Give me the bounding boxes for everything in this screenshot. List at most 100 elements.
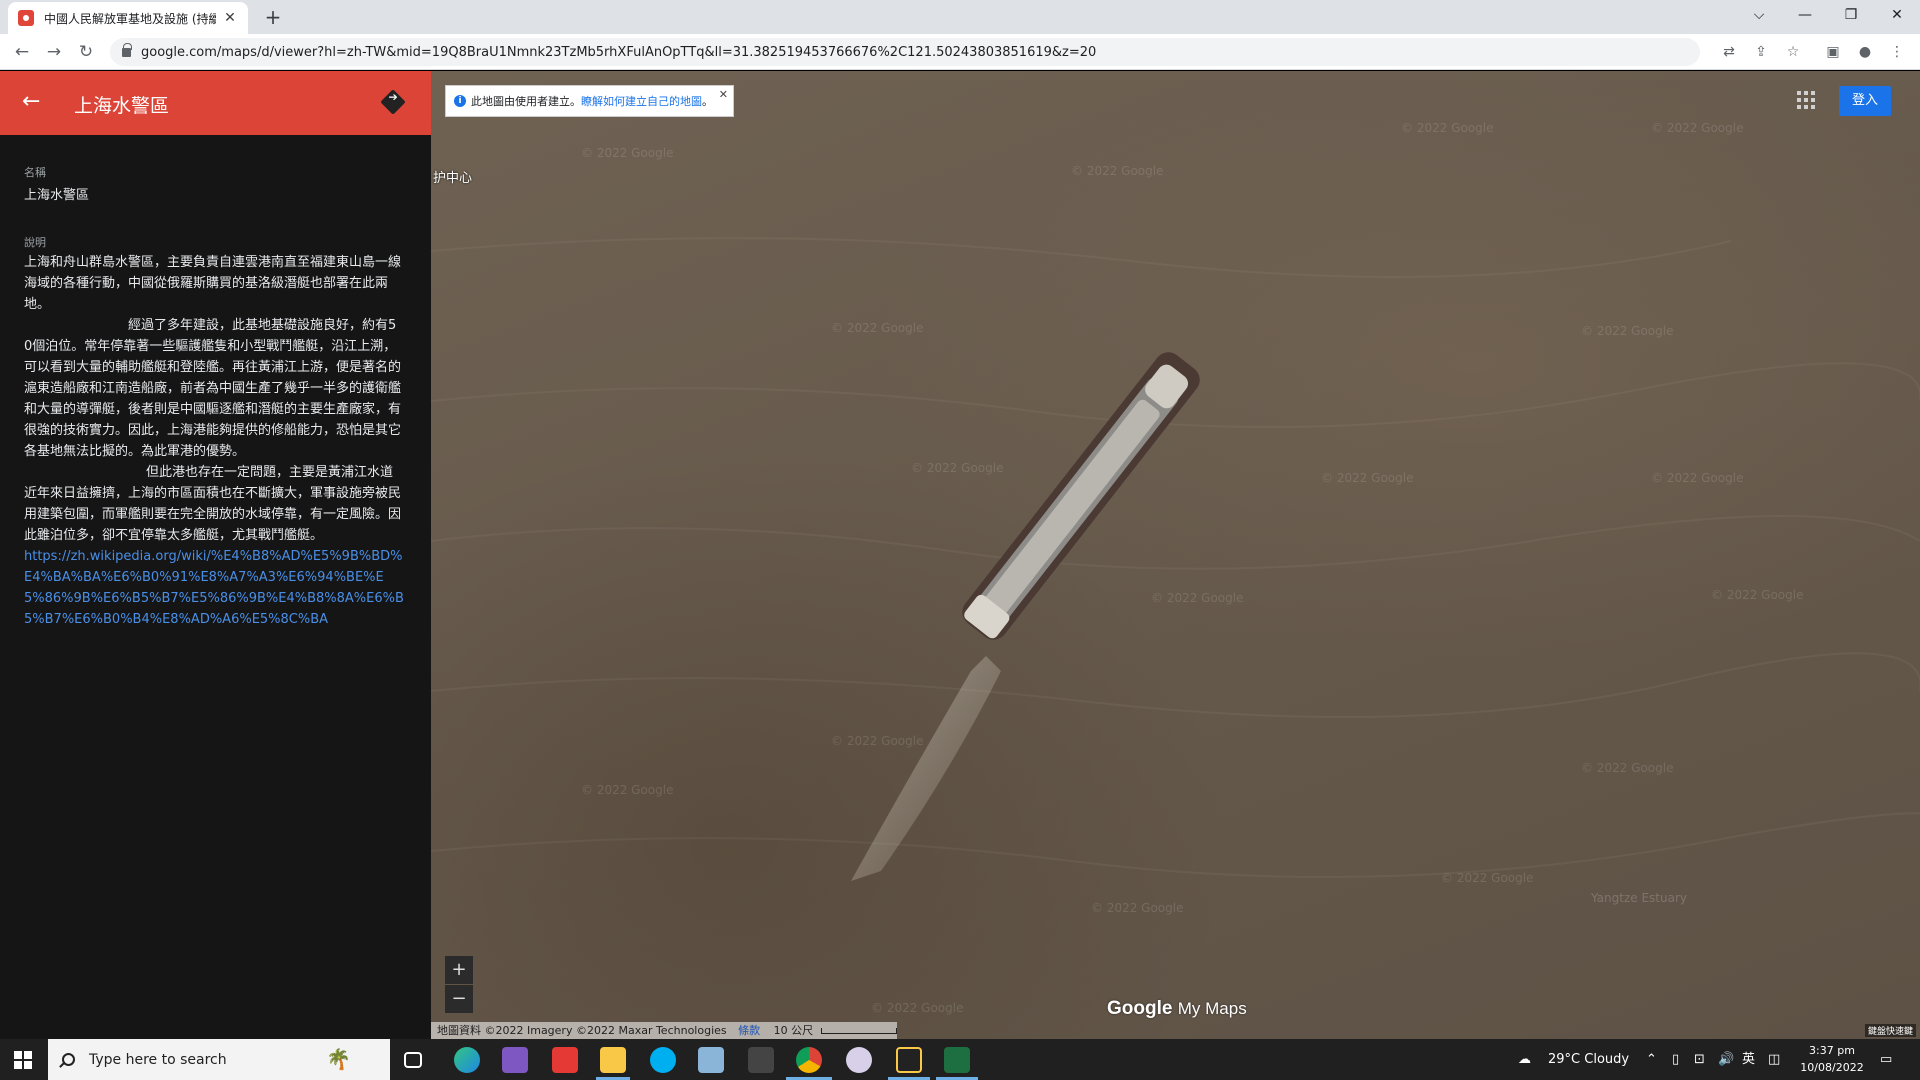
usb-icon[interactable]: ▯ xyxy=(1672,1039,1679,1080)
terms-link[interactable]: 條款 xyxy=(738,1024,760,1037)
minimize-button[interactable]: — xyxy=(1782,0,1828,30)
tab-title: 中國人民解放軍基地及設施 (持續 xyxy=(44,11,216,26)
snipping-tool-icon[interactable] xyxy=(846,1047,872,1073)
description-label: 說明 xyxy=(24,236,46,249)
restore-button[interactable]: ❐ xyxy=(1828,0,1874,30)
excel-icon[interactable] xyxy=(944,1047,970,1073)
new-tab-button[interactable]: + xyxy=(260,4,286,30)
map-watermark: © 2022 Google xyxy=(1651,471,1744,485)
search-highlight-icon: 🌴 xyxy=(326,1047,351,1071)
description-text: 上海和舟山群島水警區，主要負責自連雲港南直至福建東山島一線海域的各種行動，中國從… xyxy=(24,252,404,630)
map-watermark: © 2022 Google xyxy=(911,461,1004,475)
notification-center-small-icon[interactable]: ◫ xyxy=(1768,1039,1780,1080)
chrome-icon[interactable] xyxy=(796,1047,822,1073)
satellite-map[interactable]: © 2022 Google © 2022 Google © 2022 Googl… xyxy=(431,71,1920,1039)
skype-icon[interactable] xyxy=(650,1047,676,1073)
map-watermark: © 2022 Google xyxy=(1651,121,1744,135)
reload-icon[interactable]: ↻ xyxy=(74,40,98,64)
map-watermark: © 2022 Google xyxy=(1711,588,1804,602)
taskbar-search-box[interactable]: Type here to search 🌴 xyxy=(48,1039,390,1080)
windows-start-icon[interactable] xyxy=(14,1051,32,1069)
description-paragraph: 上海和舟山群島水警區，主要負責自連雲港南直至福建東山島一線海域的各種行動，中國從… xyxy=(24,255,402,312)
map-watermark: © 2022 Google xyxy=(871,1001,964,1015)
map-watermark: © 2022 Google xyxy=(581,783,674,797)
close-window-button[interactable]: ✕ xyxy=(1874,0,1920,30)
url-text: google.com/maps/d/viewer?hl=zh-TW&mid=19… xyxy=(141,44,1097,60)
zoom-out-button[interactable]: − xyxy=(445,985,473,1013)
user-created-map-notice: i 此地圖由使用者建立。 瞭解如何建立自己的地圖 。 ✕ xyxy=(445,85,734,117)
taskbar: Type here to search 🌴 ☁ 29°C Cloudy ⌃ ▯ … xyxy=(0,1039,1920,1080)
weather-widget[interactable]: 29°C Cloudy xyxy=(1548,1039,1629,1080)
map-imagery xyxy=(431,237,1920,881)
search-placeholder: Type here to search xyxy=(89,1051,227,1068)
sign-in-button[interactable]: 登入 xyxy=(1839,86,1891,116)
faint-place-label: Yangtze Estuary xyxy=(1591,891,1687,905)
menu-kebab-icon[interactable]: ⋮ xyxy=(1886,41,1908,63)
scale-label[interactable]: 10 公尺 xyxy=(774,1024,814,1037)
description-paragraph: 經過了多年建設，此基地基礎設施良好，約有50個泊位。常年停靠著一些驅護艦隻和小型… xyxy=(24,318,402,459)
tab-close-icon[interactable]: ✕ xyxy=(222,10,238,26)
address-bar: ← → ↻ google.com/maps/d/viewer?hl=zh-TW&… xyxy=(0,34,1920,70)
search-icon xyxy=(62,1053,75,1066)
back-icon[interactable]: ← xyxy=(10,40,34,64)
map-watermark: © 2022 Google xyxy=(1581,324,1674,338)
action-center-icon[interactable]: ▭ xyxy=(1880,1039,1892,1080)
url-field[interactable]: google.com/maps/d/viewer?hl=zh-TW&mid=19… xyxy=(110,38,1700,66)
volume-icon[interactable]: 🔊 xyxy=(1718,1039,1734,1080)
panel-title: 上海水警區 xyxy=(74,95,170,117)
app-icon[interactable] xyxy=(698,1047,724,1073)
clock-date: 10/08/2022 xyxy=(1800,1061,1864,1074)
share-icon[interactable]: ⇪ xyxy=(1750,41,1772,63)
lock-icon[interactable] xyxy=(122,42,132,57)
tab-strip: 中國人民解放軍基地及設施 (持續 ✕ + ⌵ — ❐ ✕ xyxy=(0,0,1920,34)
learn-create-map-link[interactable]: 瞭解如何建立自己的地圖 xyxy=(581,93,702,109)
name-value: 上海水警區 xyxy=(24,188,90,203)
attribution-text: 地圖資料 ©2022 Imagery ©2022 Maxar Technolog… xyxy=(437,1024,727,1037)
profile-icon[interactable]: ● xyxy=(1854,41,1876,63)
forward-icon[interactable]: → xyxy=(42,40,66,64)
ime-indicator[interactable]: 英 xyxy=(1742,1039,1755,1080)
info-icon: i xyxy=(454,95,466,107)
weather-icon[interactable]: ☁ xyxy=(1518,1039,1531,1080)
map-watermark: © 2022 Google xyxy=(831,321,924,335)
tab-search-icon[interactable]: ⌵ xyxy=(1736,0,1782,30)
task-view-icon[interactable] xyxy=(404,1052,422,1068)
anydesk-icon[interactable] xyxy=(552,1047,578,1073)
taskbar-clock[interactable]: 3:37 pm 10/08/2022 xyxy=(1794,1042,1870,1076)
apps-grid-icon[interactable] xyxy=(1797,91,1815,109)
keyboard-shortcuts-link[interactable]: 鍵盤快速鍵 xyxy=(1864,1024,1916,1037)
sidepanel-icon[interactable]: ▣ xyxy=(1822,41,1844,63)
map-watermark: © 2022 Google xyxy=(1441,871,1534,885)
edge-icon[interactable] xyxy=(454,1047,480,1073)
map-watermark: © 2022 Google xyxy=(831,734,924,748)
notice-close-icon[interactable]: ✕ xyxy=(719,88,728,101)
description-paragraph: 但此港也存在一定問題，主要是黃浦江水道近年來日益擁擠，上海的市區面積也在不斷擴大… xyxy=(24,465,402,543)
terminal-icon[interactable] xyxy=(748,1047,774,1073)
map-watermark: © 2022 Google xyxy=(1071,164,1164,178)
clock-time: 3:37 pm xyxy=(1809,1044,1855,1057)
sticky-app-icon[interactable] xyxy=(896,1047,922,1073)
browser-tab[interactable]: 中國人民解放軍基地及設施 (持續 ✕ xyxy=(8,2,248,34)
zoom-in-button[interactable]: + xyxy=(445,956,473,984)
map-watermark: © 2022 Google xyxy=(581,146,674,160)
map-place-label[interactable]: 护中心 xyxy=(433,167,472,186)
tray-chevron-icon[interactable]: ⌃ xyxy=(1646,1039,1657,1080)
map-watermark: © 2022 Google xyxy=(1151,591,1244,605)
scale-bar xyxy=(820,1028,897,1034)
wikipedia-link[interactable]: https://zh.wikipedia.org/wiki/%E4%B8%AD%… xyxy=(24,549,404,627)
directions-icon[interactable] xyxy=(380,89,406,115)
visual-studio-icon[interactable] xyxy=(502,1047,528,1073)
file-explorer-icon[interactable] xyxy=(600,1047,626,1073)
map-attribution: 地圖資料 ©2022 Imagery ©2022 Maxar Technolog… xyxy=(431,1022,897,1039)
name-label: 名稱 xyxy=(24,166,46,179)
my-maps-favicon-icon xyxy=(18,10,34,26)
map-watermark: © 2022 Google xyxy=(1091,901,1184,915)
panel-header: ← 上海水警區 xyxy=(0,71,431,135)
map-watermark: © 2022 Google xyxy=(1321,471,1414,485)
bookmark-star-icon[interactable]: ☆ xyxy=(1782,41,1804,63)
map-watermark: © 2022 Google xyxy=(1401,121,1494,135)
translate-icon[interactable]: ⇄ xyxy=(1718,41,1740,63)
network-icon[interactable]: ⊡ xyxy=(1694,1039,1705,1080)
back-arrow-icon[interactable]: ← xyxy=(22,89,40,114)
details-panel: ← 上海水警區 名稱 上海水警區 說明 上海和舟山群島水警區，主要負責自連雲港南… xyxy=(0,71,431,1039)
